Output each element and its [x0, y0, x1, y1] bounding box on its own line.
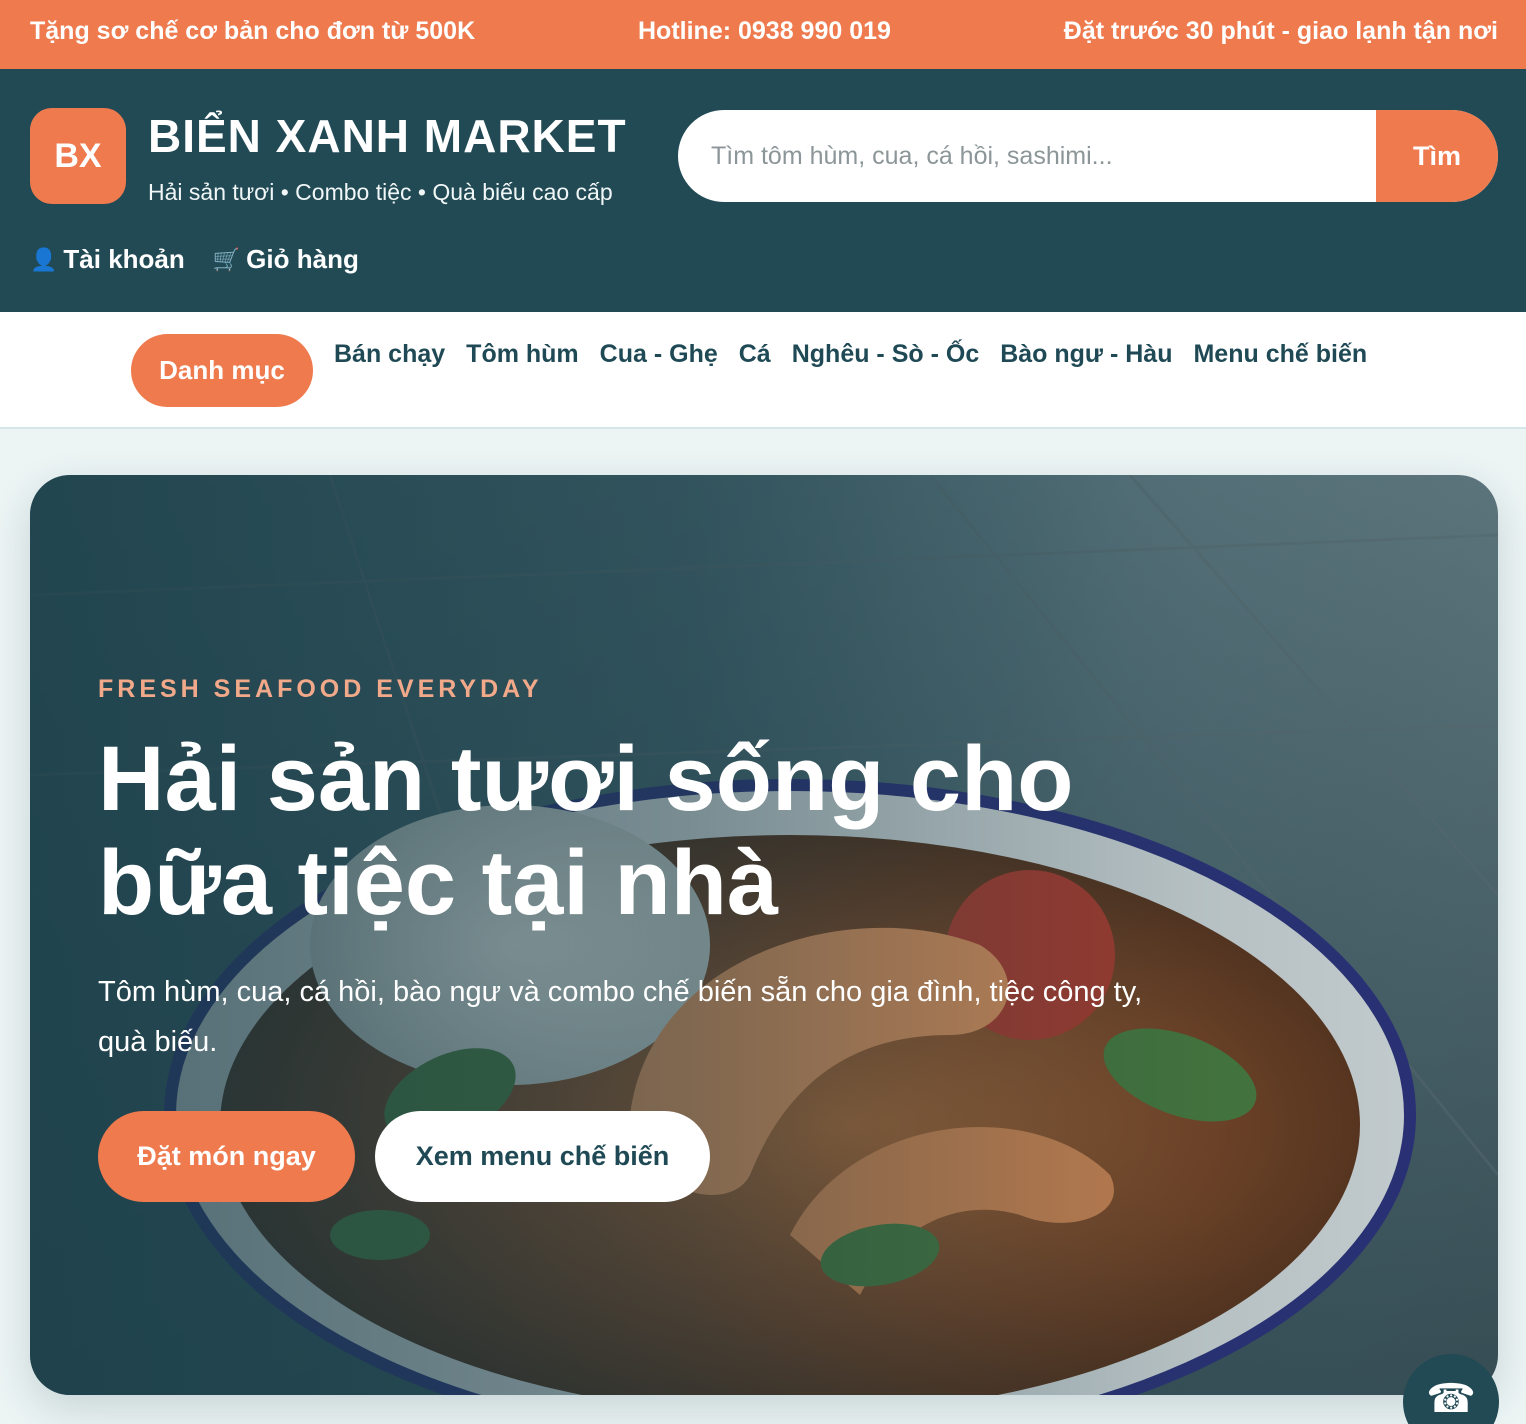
- hero-banner: FRESH SEAFOOD EVERYDAY Hải sản tươi sống…: [30, 475, 1498, 1395]
- promo-text: Tặng sơ chế cơ bản cho đơn từ 500K: [30, 17, 476, 45]
- search-input[interactable]: [678, 110, 1378, 202]
- cart-link[interactable]: 🛒 Giỏ hàng: [213, 244, 359, 275]
- hero-description: Tôm hùm, cua, cá hồi, bào ngư và combo c…: [98, 976, 1143, 1058]
- account-link[interactable]: 👤 Tài khoản: [30, 244, 185, 275]
- search-bar: Tìm: [678, 110, 1498, 202]
- nav-item-lobster[interactable]: Tôm hùm: [466, 340, 579, 369]
- brand-tagline: Hải sản tươi • Combo tiệc • Quà biếu cao…: [148, 179, 613, 205]
- cart-icon: 🛒: [212, 246, 241, 272]
- nav-links: Bán chạy Tôm hùm Cua - Ghẹ Cá Nghêu - Sò…: [334, 340, 1367, 369]
- view-menu-button[interactable]: Xem menu chế biến: [375, 1111, 710, 1202]
- account-links: 👤 Tài khoản 🛒 Giỏ hàng: [30, 244, 359, 275]
- order-now-button[interactable]: Đặt món ngay: [98, 1111, 355, 1202]
- nav-item-fish[interactable]: Cá: [739, 340, 771, 369]
- cart-label: Giỏ hàng: [246, 244, 359, 274]
- account-label: Tài khoản: [63, 244, 185, 274]
- nav-item-abalone-oyster[interactable]: Bào ngư - Hàu: [1000, 340, 1172, 369]
- category-button[interactable]: Danh mục: [131, 334, 313, 407]
- nav-item-shellfish[interactable]: Nghêu - Sò - Ốc: [792, 340, 980, 369]
- brand-name[interactable]: BIỂN XANH MARKET: [148, 109, 627, 163]
- phone-icon: ☎: [1426, 1377, 1476, 1421]
- user-icon: 👤: [30, 246, 58, 272]
- logo[interactable]: BX: [30, 108, 126, 204]
- delivery-text: Đặt trước 30 phút - giao lạnh tận nơi: [1063, 17, 1498, 45]
- hero-eyebrow: FRESH SEAFOOD EVERYDAY: [98, 675, 543, 703]
- hero-title: Hải sản tươi sống cho bữa tiệc tại nhà: [98, 728, 1074, 934]
- promo-bar: Tặng sơ chế cơ bản cho đơn từ 500K Hotli…: [0, 0, 1526, 69]
- nav-item-cooked-menu[interactable]: Menu chế biến: [1193, 340, 1367, 369]
- hero-overlay: [30, 475, 1498, 1395]
- search-button[interactable]: Tìm: [1376, 110, 1498, 202]
- main-nav: Danh mục Bán chạy Tôm hùm Cua - Ghẹ Cá N…: [0, 312, 1526, 429]
- nav-item-best-sellers[interactable]: Bán chạy: [334, 340, 445, 369]
- hotline-text[interactable]: Hotline: 0938 990 019: [638, 17, 891, 46]
- site-header: BX BIỂN XANH MARKET Hải sản tươi • Combo…: [0, 69, 1526, 312]
- nav-item-crab[interactable]: Cua - Ghẹ: [600, 340, 718, 369]
